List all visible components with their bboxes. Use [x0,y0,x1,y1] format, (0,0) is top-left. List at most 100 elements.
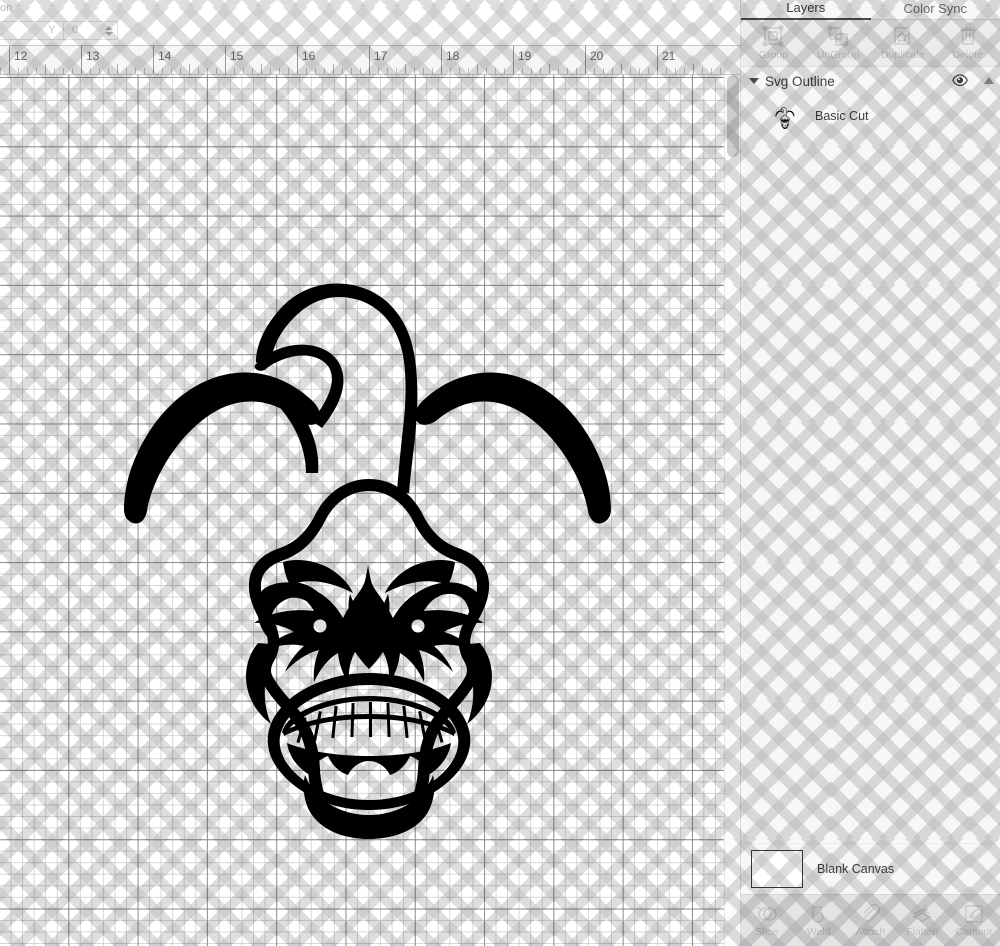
scrollbar-thumb[interactable] [727,75,739,157]
ruler-minor-tick [495,68,496,74]
layer-name-basic-cut: Basic Cut [815,109,869,123]
flatten-button[interactable]: Flatten [896,903,948,938]
tab-color-sync[interactable]: Color Sync [871,1,1000,20]
ruler-label: 13 [86,49,99,63]
ruler-minor-tick [630,68,631,74]
ruler-minor-tick [720,68,721,74]
ruler-minor-tick [486,68,487,74]
ruler-major-tick [9,46,10,74]
ruler-minor-tick [621,64,622,74]
canvas-layer-row[interactable]: Blank Canvas [741,843,1000,894]
position-label: on [0,2,12,14]
ruler-minor-tick [387,68,388,74]
ruler-minor-tick [324,68,325,74]
ruler-major-tick [369,46,370,74]
eye-icon[interactable] [952,74,968,88]
ruler-minor-tick [189,64,190,74]
group-label: Group [759,49,788,61]
ruler-major-tick [441,46,442,74]
ruler-minor-tick [414,68,415,74]
ruler-minor-tick [171,68,172,74]
ruler-minor-tick [576,68,577,74]
ruler-minor-tick [594,68,595,74]
ruler-minor-tick [126,68,127,74]
ruler-major-tick [657,46,658,74]
contour-button[interactable]: Contour [948,903,1000,938]
delete-label: Delete [952,49,982,61]
ruler-minor-tick [270,68,271,74]
slice-button[interactable]: Slice [741,903,793,938]
tab-layers[interactable]: Layers [741,0,871,20]
ruler-minor-tick [234,68,235,74]
ungroup-icon [827,25,849,47]
attach-icon [858,903,882,925]
ruler-minor-tick [27,68,28,74]
ruler-minor-tick [198,68,199,74]
duplicate-button[interactable]: Duplicate [871,25,936,61]
ungroup-label: UnGroup [817,49,860,61]
ruler-minor-tick [18,68,19,74]
duplicate-icon [892,25,914,47]
ruler-minor-tick [216,68,217,74]
y-position-input[interactable]: 0 [63,21,118,40]
ruler-minor-tick [162,68,163,74]
ruler-minor-tick [288,68,289,74]
weld-label: Weld [807,926,831,938]
flatten-icon [910,903,934,925]
delete-button[interactable]: Delete [935,25,1000,61]
ruler-minor-tick [666,68,667,74]
attach-button[interactable]: Attach [845,903,897,938]
layer-group-row[interactable]: Svg Outline [741,67,1000,95]
right-panel: Layers Color Sync Group UnGroup Dupli [740,0,1000,946]
layer-row-basic-cut[interactable]: Basic Cut [741,95,1000,137]
ruler-minor-tick [54,68,55,74]
ruler-minor-tick [612,68,613,74]
design-canvas[interactable] [0,75,740,946]
layers-list[interactable]: Svg Outline [741,67,1000,843]
blank-canvas-thumbnail [751,850,803,888]
ruler-minor-tick [45,64,46,74]
ruler-minor-tick [243,68,244,74]
ruler-minor-tick [504,68,505,74]
ruler-label: 14 [158,49,171,63]
ruler-minor-tick [252,68,253,74]
ruler-minor-tick [675,68,676,74]
ruler-minor-tick [72,68,73,74]
layer-group-name: Svg Outline [765,74,835,89]
ruler-major-tick [153,46,154,74]
ruler-minor-tick [396,68,397,74]
panel-tabs: Layers Color Sync [741,0,1000,20]
jester-artwork[interactable] [0,75,740,946]
ruler-minor-tick [144,68,145,74]
ruler-minor-tick [63,68,64,74]
ungroup-button[interactable]: UnGroup [806,25,871,61]
ruler-minor-tick [549,64,550,74]
group-icon [762,25,784,47]
ruler-minor-tick [360,68,361,74]
ruler-minor-tick [423,68,424,74]
ruler-label: 21 [662,49,675,63]
jester-thumbnail [767,98,803,134]
ruler-label: 12 [14,49,27,63]
ruler-minor-tick [351,68,352,74]
contour-label: Contour [955,926,992,938]
position-toolbar: on Y 0 [0,0,740,45]
layers-scroll-up-icon[interactable] [984,77,994,84]
y-position-stepper[interactable] [103,23,115,38]
ruler-minor-tick [693,64,694,74]
ruler-minor-tick [459,68,460,74]
ruler-minor-tick [684,68,685,74]
delete-icon [957,25,979,47]
ruler-major-tick [81,46,82,74]
group-button[interactable]: Group [741,25,806,61]
ruler-minor-tick [99,68,100,74]
ruler-major-tick [513,46,514,74]
ruler-minor-tick [567,68,568,74]
chevron-down-icon[interactable] [749,78,759,84]
ruler-minor-tick [261,64,262,74]
y-axis-label: Y [48,24,55,36]
weld-button[interactable]: Weld [793,903,845,938]
ruler-minor-tick [0,68,1,74]
canvas-vertical-scrollbar[interactable] [724,75,740,946]
ruler-label: 17 [374,49,387,63]
